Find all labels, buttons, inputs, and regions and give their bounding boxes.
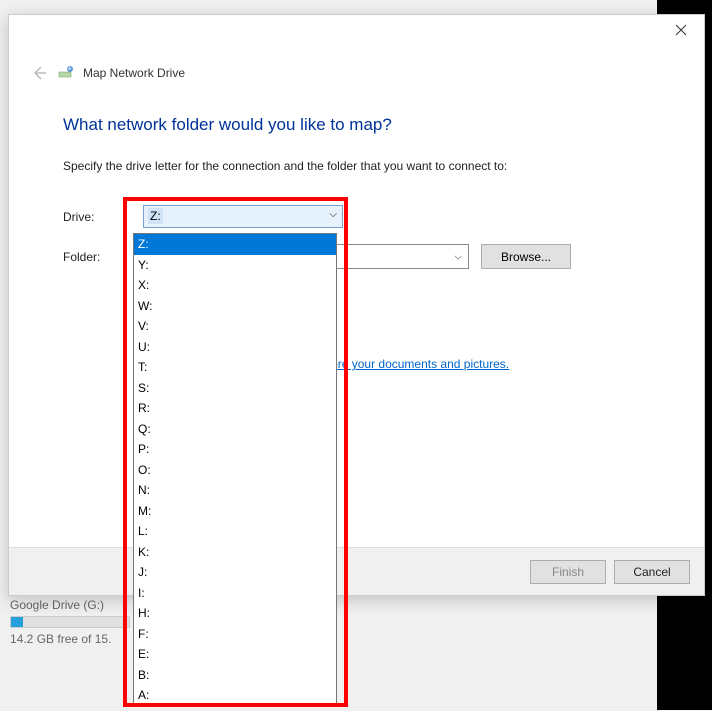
bg-storage-bar (10, 616, 130, 628)
drive-option[interactable]: H: (134, 603, 336, 624)
drive-option[interactable]: Q: (134, 419, 336, 440)
drive-label: Drive: (63, 210, 143, 224)
drive-option[interactable]: P: (134, 439, 336, 460)
map-network-drive-dialog: Map Network Drive What network folder wo… (8, 14, 705, 596)
wizard-heading: What network folder would you like to ma… (63, 115, 656, 135)
drive-option[interactable]: X: (134, 275, 336, 296)
drive-option[interactable]: T: (134, 357, 336, 378)
network-drive-icon (57, 64, 75, 82)
drive-row: Drive: Z: ⌵ (63, 205, 656, 228)
drive-select-value: Z: (148, 208, 163, 224)
back-button[interactable] (29, 63, 49, 83)
drive-option[interactable]: W: (134, 296, 336, 317)
wizard-instruction: Specify the drive letter for the connect… (63, 159, 656, 173)
wizard-content: What network folder would you like to ma… (9, 95, 704, 371)
drive-dropdown-list[interactable]: Z:Y:X:W:V:U:T:S:R:Q:P:O:N:M:L:K:J:I:H:F:… (133, 233, 337, 707)
drive-option[interactable]: O: (134, 460, 336, 481)
finish-button[interactable]: Finish (530, 560, 606, 584)
close-button[interactable] (658, 15, 704, 45)
drive-option[interactable]: Y: (134, 255, 336, 276)
drive-option[interactable]: E: (134, 644, 336, 665)
chevron-down-icon: ⌵ (454, 251, 462, 262)
folder-label: Folder: (63, 250, 143, 264)
back-arrow-icon (31, 65, 47, 81)
titlebar (9, 15, 704, 55)
wizard-footer: Finish Cancel (9, 547, 704, 595)
chevron-down-icon: ⌵ (329, 209, 337, 220)
drive-option[interactable]: Z: (134, 234, 336, 255)
drive-option[interactable]: A: (134, 685, 336, 706)
drive-option[interactable]: I: (134, 583, 336, 604)
drive-option[interactable]: U: (134, 337, 336, 358)
cancel-button[interactable]: Cancel (614, 560, 690, 584)
drive-option[interactable]: R: (134, 398, 336, 419)
drive-option[interactable]: J: (134, 562, 336, 583)
drive-option[interactable]: K: (134, 542, 336, 563)
drive-option[interactable]: N: (134, 480, 336, 501)
drive-option[interactable]: L: (134, 521, 336, 542)
wizard-header: Map Network Drive (9, 55, 704, 95)
drive-option[interactable]: F: (134, 624, 336, 645)
drive-option[interactable]: M: (134, 501, 336, 522)
drive-select[interactable]: Z: ⌵ (143, 205, 343, 228)
drive-option[interactable]: B: (134, 665, 336, 686)
wizard-title: Map Network Drive (83, 66, 185, 80)
close-icon (675, 24, 687, 36)
drive-option[interactable]: V: (134, 316, 336, 337)
drive-option[interactable]: S: (134, 378, 336, 399)
bg-storage-bar-fill (11, 617, 23, 627)
browse-button[interactable]: Browse... (481, 244, 571, 269)
